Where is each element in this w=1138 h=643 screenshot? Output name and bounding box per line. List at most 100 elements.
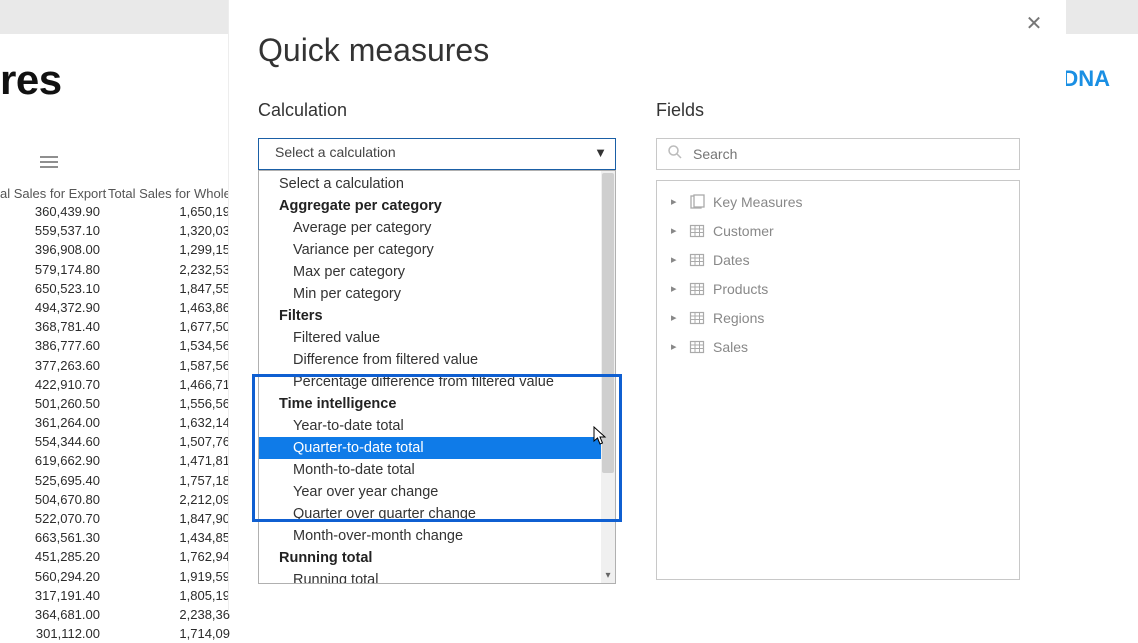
- dropdown-item[interactable]: Difference from filtered value: [259, 349, 603, 371]
- dropdown-item[interactable]: Month-over-month change: [259, 525, 603, 547]
- column-options-icon[interactable]: [40, 156, 58, 168]
- table-col2-header: Total Sales for Whole: [108, 186, 230, 201]
- table-cell: 501,260.50: [0, 394, 108, 413]
- dropdown-item[interactable]: Year-to-date total: [259, 415, 603, 437]
- dialog-title: Quick measures: [258, 32, 489, 69]
- background-table: al Sales for Export Total Sales for Whol…: [0, 186, 230, 643]
- dropdown-item[interactable]: Month-to-date total: [259, 459, 603, 481]
- brand-dna: DNA: [1062, 66, 1110, 91]
- table-cell: 560,294.20: [0, 567, 108, 586]
- table-row: 361,264.001,632,14: [0, 413, 230, 432]
- table-row: 619,662.901,471,81: [0, 451, 230, 470]
- fields-tree-item[interactable]: ▸Customer: [657, 216, 1019, 245]
- dropdown-item[interactable]: Percentage difference from filtered valu…: [259, 371, 603, 393]
- table-row: 451,285.201,762,94: [0, 547, 230, 566]
- fields-search-input[interactable]: [691, 145, 1009, 163]
- table-cell: 1,434,85: [108, 528, 230, 547]
- dropdown-item[interactable]: Select a calculation: [259, 173, 603, 195]
- table-cell: 1,805,19: [108, 586, 230, 605]
- table-cell: 1,919,59: [108, 567, 230, 586]
- table-row: 559,537.101,320,03: [0, 221, 230, 240]
- table-row: 522,070.701,847,90: [0, 509, 230, 528]
- table-row: 554,344.601,507,76: [0, 432, 230, 451]
- fields-tree-item[interactable]: ▸ Products: [657, 274, 1019, 303]
- dropdown-item[interactable]: Year over year change: [259, 481, 603, 503]
- fields-tree-label: Regions: [713, 310, 764, 326]
- table-cell: 396,908.00: [0, 240, 108, 259]
- table-row: 663,561.301,434,85: [0, 528, 230, 547]
- dropdown-item[interactable]: Average per category: [259, 217, 603, 239]
- table-cell: 368,781.40: [0, 317, 108, 336]
- close-button[interactable]: ✕: [1022, 12, 1046, 36]
- table-cell: 1,762,94: [108, 547, 230, 566]
- dropdown-header: Running total: [259, 547, 603, 569]
- table-cell: 1,847,90: [108, 509, 230, 528]
- dropdown-item[interactable]: Min per category: [259, 283, 603, 305]
- chevron-down-icon: ▼: [594, 145, 607, 160]
- table-cell: 1,320,03: [108, 221, 230, 240]
- table-cell: 1,632,14: [108, 413, 230, 432]
- fields-tree: ▸Key Measures▸Customer▸Dates▸Products▸Re…: [656, 180, 1020, 580]
- table-cell: 1,757,18: [108, 471, 230, 490]
- table-row: 396,908.001,299,15: [0, 240, 230, 259]
- search-icon: [667, 144, 683, 165]
- fields-tree-item[interactable]: ▸ Key Measures: [657, 187, 1019, 216]
- quick-measures-dialog: ✕ Quick measures Calculation Fields Sele…: [228, 0, 1066, 612]
- calculation-select[interactable]: Select a calculation ▼: [258, 138, 616, 170]
- table-cell: 1,463,86: [108, 298, 230, 317]
- table-cell: 422,910.70: [0, 375, 108, 394]
- table-cell: 1,677,50: [108, 317, 230, 336]
- scrollbar-thumb[interactable]: [602, 173, 614, 473]
- table-row: 560,294.201,919,59: [0, 567, 230, 586]
- table-cell: 301,112.00: [0, 624, 108, 643]
- table-row: 364,681.002,238,36: [0, 605, 230, 624]
- table-row: 377,263.601,587,56: [0, 356, 230, 375]
- table-cell: 364,681.00: [0, 605, 108, 624]
- calculation-dropdown: Select a calculationAggregate per catego…: [258, 170, 616, 584]
- fields-tree-label: Products: [713, 281, 768, 297]
- chevron-right-icon: ▸: [671, 311, 681, 324]
- dropdown-item[interactable]: Variance per category: [259, 239, 603, 261]
- table-row: 360,439.901,650,19: [0, 202, 230, 221]
- fields-tree-item[interactable]: ▸Sales: [657, 332, 1019, 361]
- dropdown-item[interactable]: Running total: [259, 569, 603, 584]
- fields-tree-item[interactable]: ▸Dates: [657, 245, 1019, 274]
- dropdown-item[interactable]: Quarter over quarter change: [259, 503, 603, 525]
- table-cell: 1,507,76: [108, 432, 230, 451]
- calculation-label: Calculation: [258, 100, 347, 121]
- table-cell: 1,556,56: [108, 394, 230, 413]
- page-title-fragment: res: [0, 56, 62, 104]
- dropdown-item[interactable]: Filtered value: [259, 327, 603, 349]
- table-cell: 1,714,09: [108, 624, 230, 643]
- fields-tree-label: Dates: [713, 252, 750, 268]
- chevron-right-icon: ▸: [671, 195, 681, 208]
- chevron-right-icon: ▸: [671, 224, 681, 237]
- table-row: 504,670.802,212,09: [0, 490, 230, 509]
- table-cell: 522,070.70: [0, 509, 108, 528]
- table-row: 650,523.101,847,55: [0, 279, 230, 298]
- scroll-down-icon[interactable]: ▾: [601, 569, 615, 583]
- fields-search[interactable]: [656, 138, 1020, 170]
- dropdown-item[interactable]: Quarter-to-date total: [259, 437, 603, 459]
- fields-tree-label: Key Measures: [713, 194, 802, 210]
- table-cell: 377,263.60: [0, 356, 108, 375]
- fields-tree-label: Sales: [713, 339, 748, 355]
- fields-tree-item[interactable]: ▸ Regions: [657, 303, 1019, 332]
- table-cell: 2,238,36: [108, 605, 230, 624]
- table-icon: [689, 310, 705, 326]
- table-cell: 2,212,09: [108, 490, 230, 509]
- table-col1-header: al Sales for Export: [0, 186, 108, 201]
- dropdown-scrollbar[interactable]: ▾: [601, 171, 615, 583]
- table-row: 525,695.401,757,18: [0, 471, 230, 490]
- dropdown-item[interactable]: Max per category: [259, 261, 603, 283]
- dropdown-header: Filters: [259, 305, 603, 327]
- table-cell: 317,191.40: [0, 586, 108, 605]
- table-row: 386,777.601,534,56: [0, 336, 230, 355]
- chevron-right-icon: ▸: [671, 282, 681, 295]
- table-cell: 504,670.80: [0, 490, 108, 509]
- table-cell: 361,264.00: [0, 413, 108, 432]
- table-icon: [689, 281, 705, 297]
- table-cell: 525,695.40: [0, 471, 108, 490]
- table-cell: 650,523.10: [0, 279, 108, 298]
- dropdown-header: Aggregate per category: [259, 195, 603, 217]
